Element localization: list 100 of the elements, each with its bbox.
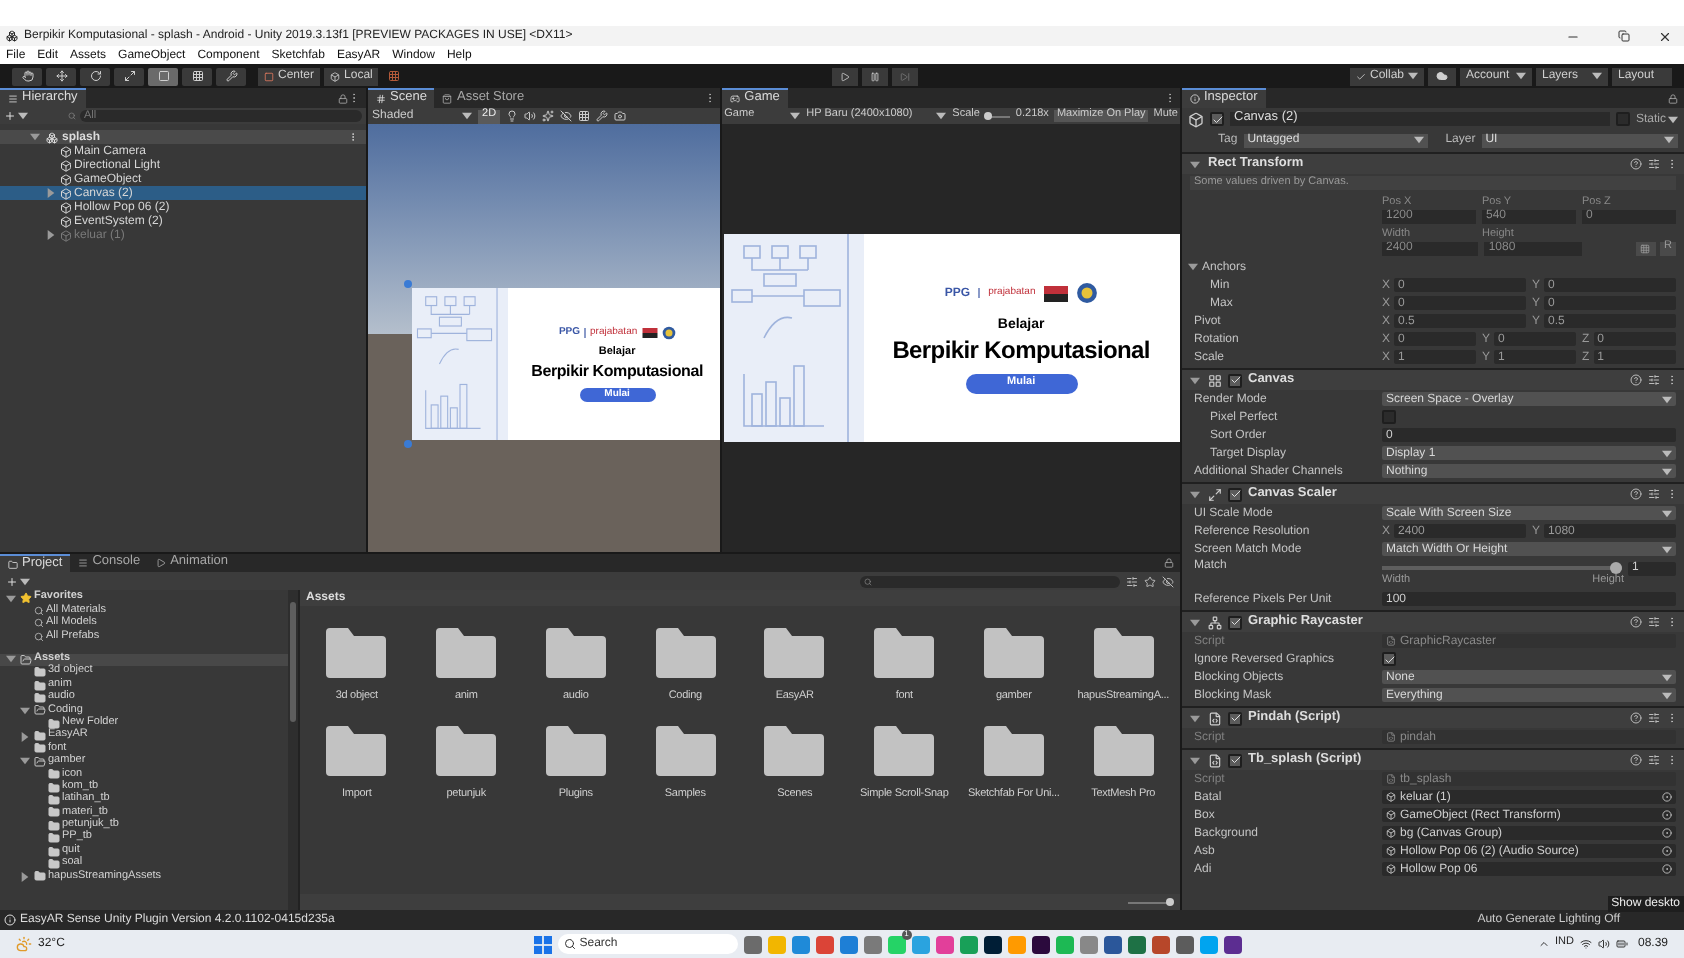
preset-icon[interactable] [1648, 374, 1660, 386]
checkbox[interactable] [1228, 711, 1242, 725]
tool-button[interactable] [46, 67, 76, 85]
expanded-arrow-icon[interactable] [1190, 617, 1200, 627]
preset-icon[interactable] [1648, 754, 1660, 766]
tool-button[interactable] [182, 67, 212, 85]
lock-icon[interactable] [1164, 558, 1174, 568]
star-icon[interactable] [1144, 575, 1156, 587]
caret-icon [936, 112, 947, 120]
checkbox[interactable] [1210, 112, 1224, 126]
expanded-arrow-icon[interactable] [1190, 755, 1200, 765]
blueprint-button[interactable] [1635, 241, 1656, 255]
collapsed-arrow-icon[interactable] [20, 731, 30, 742]
pause-button[interactable] [862, 67, 889, 85]
speaker-icon[interactable] [524, 110, 537, 122]
caret-icon [1662, 545, 1672, 553]
help-icon[interactable] [1630, 616, 1642, 628]
preset-icon[interactable] [1648, 158, 1660, 170]
slider-thumb[interactable] [1165, 897, 1174, 905]
expanded-arrow-icon[interactable] [1190, 489, 1200, 499]
snap-grid-icon[interactable] [388, 70, 401, 82]
tool-button[interactable] [114, 67, 144, 85]
grid-icon[interactable] [578, 110, 591, 122]
scene-icon [46, 131, 58, 143]
preset-icon[interactable] [1648, 488, 1660, 500]
folder-icon[interactable] [981, 723, 1046, 777]
folder-icon[interactable] [653, 626, 718, 680]
selection-handle[interactable] [404, 280, 413, 288]
expanded-arrow-icon[interactable] [1188, 262, 1198, 272]
script-icon [1386, 732, 1396, 742]
tool-button[interactable] [12, 67, 42, 85]
scrollbar[interactable] [288, 590, 298, 910]
folder-icon[interactable] [434, 626, 499, 680]
expanded-arrow-icon[interactable] [20, 756, 30, 767]
folder-icon[interactable] [872, 626, 937, 680]
folder-icon[interactable] [762, 626, 827, 680]
expanded-arrow-icon[interactable] [1190, 159, 1200, 169]
caret-icon [20, 577, 30, 585]
wrench-icon[interactable] [596, 110, 609, 122]
expanded-arrow-icon[interactable] [20, 705, 30, 716]
collapsed-arrow-icon[interactable] [46, 230, 56, 240]
checkbox[interactable] [1228, 753, 1242, 767]
play-icon [840, 71, 851, 81]
hidden-eye-icon[interactable] [1162, 575, 1174, 587]
help-icon[interactable] [1630, 374, 1642, 386]
folder-icon[interactable] [872, 723, 937, 777]
restore-icon[interactable] [1618, 30, 1630, 42]
tool-button[interactable] [216, 67, 246, 85]
plus-icon [6, 575, 18, 587]
windows-logo-icon[interactable] [533, 935, 552, 953]
slider-thumb[interactable] [984, 111, 993, 119]
folder-icon[interactable] [981, 626, 1046, 680]
create-button[interactable] [6, 575, 30, 587]
checkbox[interactable] [1615, 112, 1630, 126]
folder-icon[interactable] [434, 723, 499, 777]
lightbulb-icon[interactable] [506, 110, 519, 122]
effects-icon[interactable] [542, 110, 555, 122]
help-icon[interactable] [1630, 488, 1642, 500]
cloud-button[interactable] [1428, 67, 1456, 85]
folder-icon[interactable] [543, 626, 608, 680]
folder-icon[interactable] [762, 723, 827, 777]
lock-icon[interactable] [338, 93, 349, 103]
camera-icon[interactable] [614, 110, 627, 122]
chevron-up-icon[interactable] [1537, 938, 1549, 950]
folder-icon[interactable] [543, 723, 608, 777]
hidden-eye-icon[interactable] [560, 110, 573, 122]
preset-icon[interactable] [1648, 712, 1660, 724]
lock-icon[interactable] [1668, 93, 1678, 103]
close-icon[interactable] [1658, 29, 1672, 43]
play-button[interactable] [832, 67, 859, 85]
tool-button[interactable] [148, 67, 178, 85]
search-field[interactable] [860, 575, 1120, 587]
checkbox[interactable] [1228, 373, 1242, 387]
expanded-arrow-icon[interactable] [1190, 713, 1200, 723]
expanded-arrow-icon[interactable] [30, 132, 40, 142]
folder-icon[interactable] [324, 626, 389, 680]
slider-thumb[interactable] [1610, 562, 1622, 574]
checkbox[interactable] [1382, 652, 1396, 666]
help-icon[interactable] [1630, 754, 1642, 766]
create-button[interactable] [4, 110, 28, 122]
tool-button[interactable] [80, 67, 110, 85]
selection-handle[interactable] [404, 440, 413, 448]
caret-icon [790, 112, 801, 120]
collapsed-arrow-icon[interactable] [46, 188, 56, 198]
folder-icon[interactable] [1091, 626, 1156, 680]
help-icon[interactable] [1630, 712, 1642, 724]
expanded-arrow-icon[interactable] [1190, 375, 1200, 385]
folder-icon[interactable] [324, 723, 389, 777]
step-button[interactable] [892, 67, 919, 85]
collapsed-arrow-icon[interactable] [20, 871, 30, 882]
folder-icon[interactable] [1091, 723, 1156, 777]
checkbox[interactable] [1382, 410, 1396, 424]
checkbox[interactable] [1228, 487, 1242, 501]
checkbox[interactable] [1228, 615, 1242, 629]
expanded-arrow-icon[interactable] [6, 593, 16, 604]
preset-icon[interactable] [1648, 616, 1660, 628]
expanded-arrow-icon[interactable] [6, 654, 16, 665]
help-icon[interactable] [1630, 158, 1642, 170]
folder-icon[interactable] [653, 723, 718, 777]
filter-icon[interactable] [1126, 575, 1138, 587]
